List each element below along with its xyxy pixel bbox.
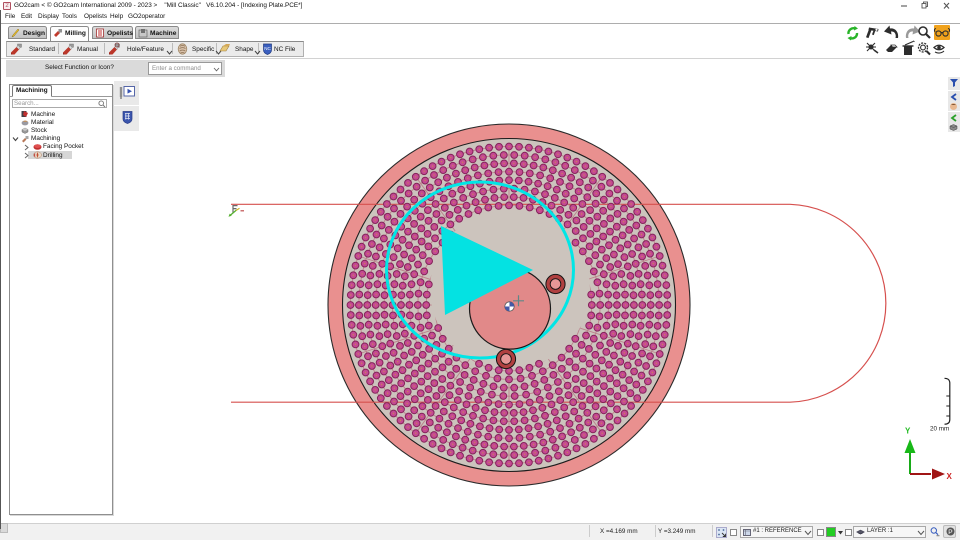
svg-text:P: P xyxy=(948,529,952,536)
svg-text:NC: NC xyxy=(264,46,271,51)
svg-text:20 mm: 20 mm xyxy=(930,426,949,433)
svg-text:X: X xyxy=(947,472,953,481)
svg-text:Y: Y xyxy=(905,427,911,436)
